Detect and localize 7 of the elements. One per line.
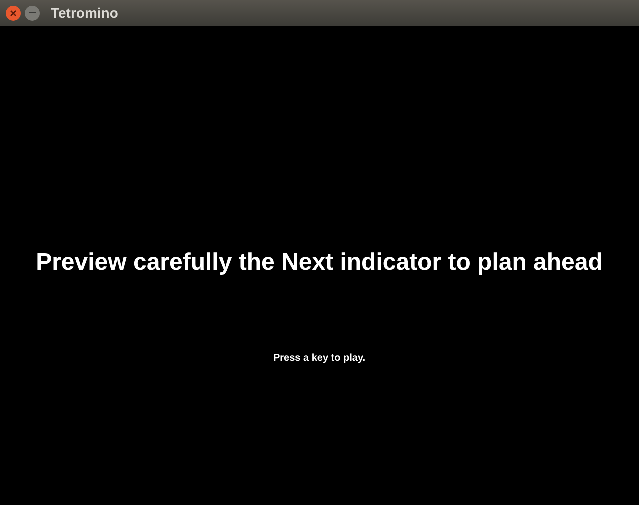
window-title: Tetromino bbox=[51, 4, 118, 22]
minimize-button[interactable] bbox=[25, 6, 40, 20]
close-icon bbox=[10, 10, 17, 16]
tip-text: Preview carefully the Next indicator to plan ahead bbox=[36, 248, 603, 278]
close-button[interactable] bbox=[6, 6, 21, 20]
minimize-icon bbox=[29, 12, 36, 14]
prompt-text: Press a key to play. bbox=[273, 352, 366, 366]
